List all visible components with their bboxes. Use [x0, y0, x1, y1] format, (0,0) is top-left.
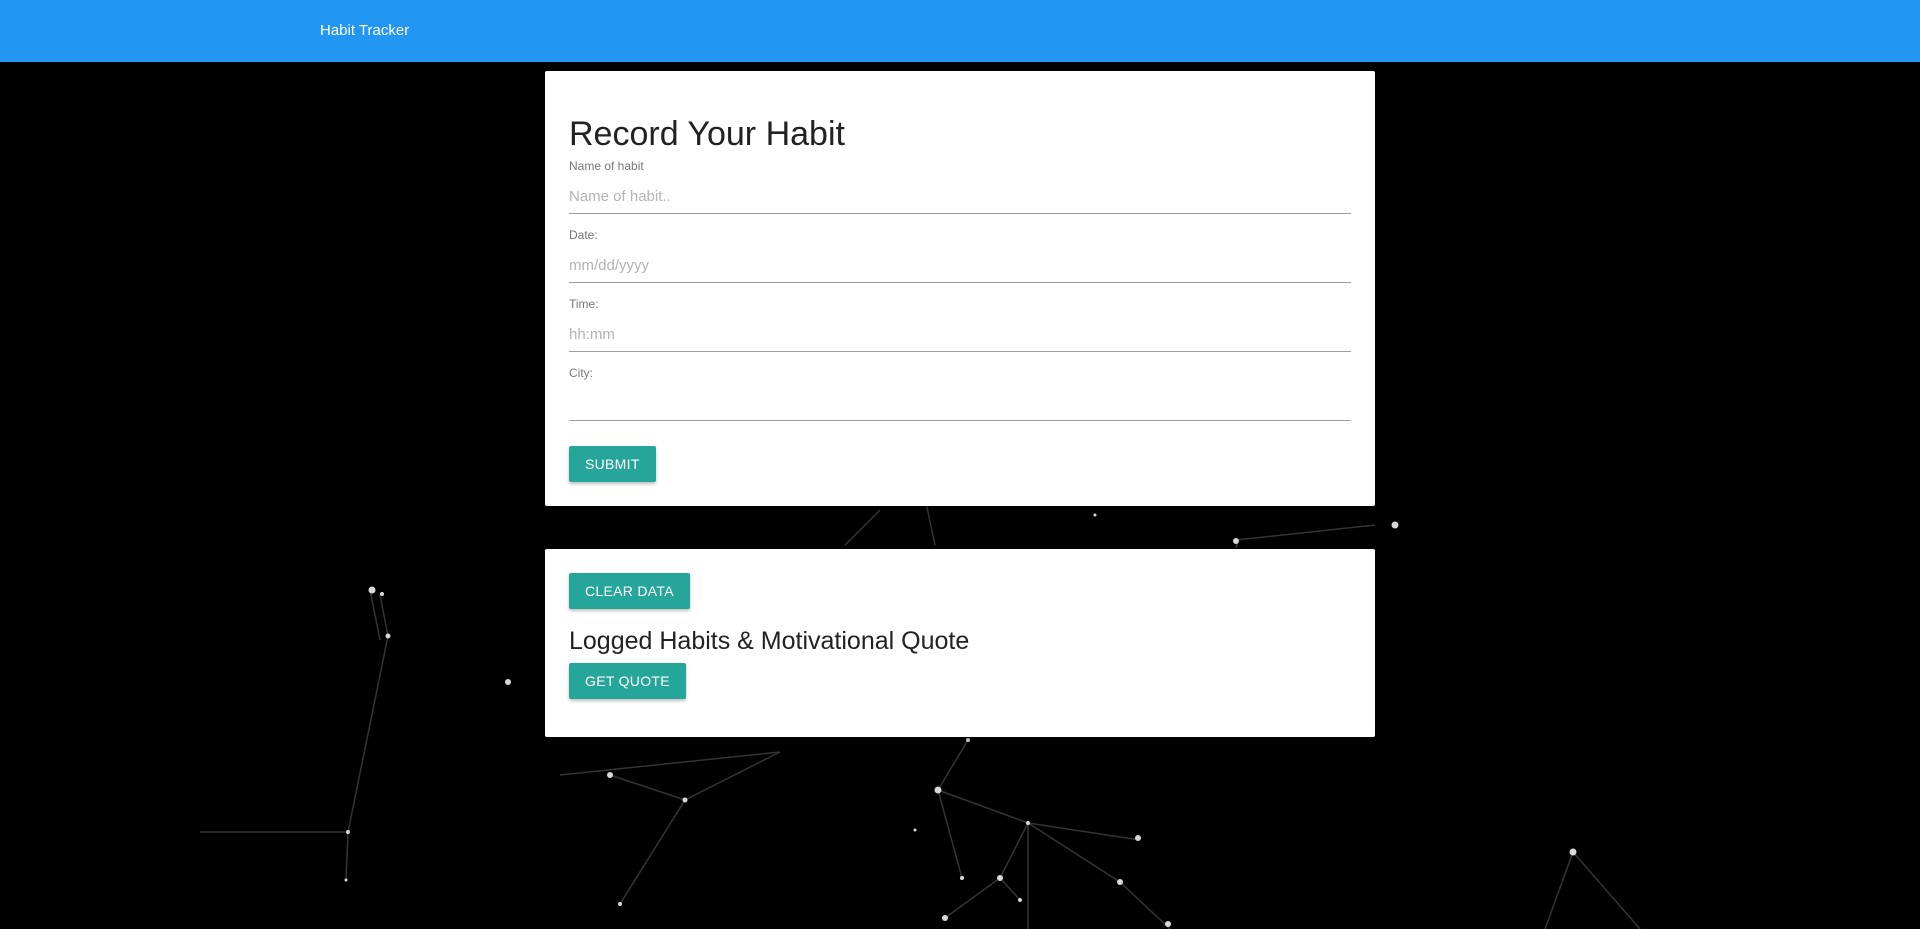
- get-quote-button[interactable]: GET QUOTE: [569, 663, 686, 699]
- clear-data-button[interactable]: CLEAR DATA: [569, 573, 690, 609]
- record-habit-card: Record Your Habit Name of habit Date: Ti…: [545, 71, 1375, 506]
- date-field: Date:: [569, 228, 1351, 288]
- brand-title[interactable]: Habit Tracker: [320, 22, 409, 39]
- top-navbar: Habit Tracker: [0, 0, 1920, 62]
- date-label: Date:: [569, 228, 598, 242]
- logged-habits-card: CLEAR DATA Logged Habits & Motivational …: [545, 549, 1375, 737]
- city-label: City:: [569, 366, 593, 380]
- time-input[interactable]: [569, 317, 1351, 352]
- habit-name-field: Name of habit: [569, 159, 1351, 219]
- time-label: Time:: [569, 297, 599, 311]
- time-field: Time:: [569, 297, 1351, 357]
- date-input[interactable]: [569, 248, 1351, 283]
- form-title: Record Your Habit: [569, 115, 845, 153]
- logged-habits-title: Logged Habits & Motivational Quote: [569, 627, 970, 655]
- city-field: City:: [569, 366, 1351, 426]
- habit-name-input[interactable]: [569, 179, 1351, 214]
- city-input[interactable]: [569, 386, 1351, 421]
- submit-button[interactable]: SUBMIT: [569, 446, 656, 482]
- habit-name-label: Name of habit: [569, 159, 644, 173]
